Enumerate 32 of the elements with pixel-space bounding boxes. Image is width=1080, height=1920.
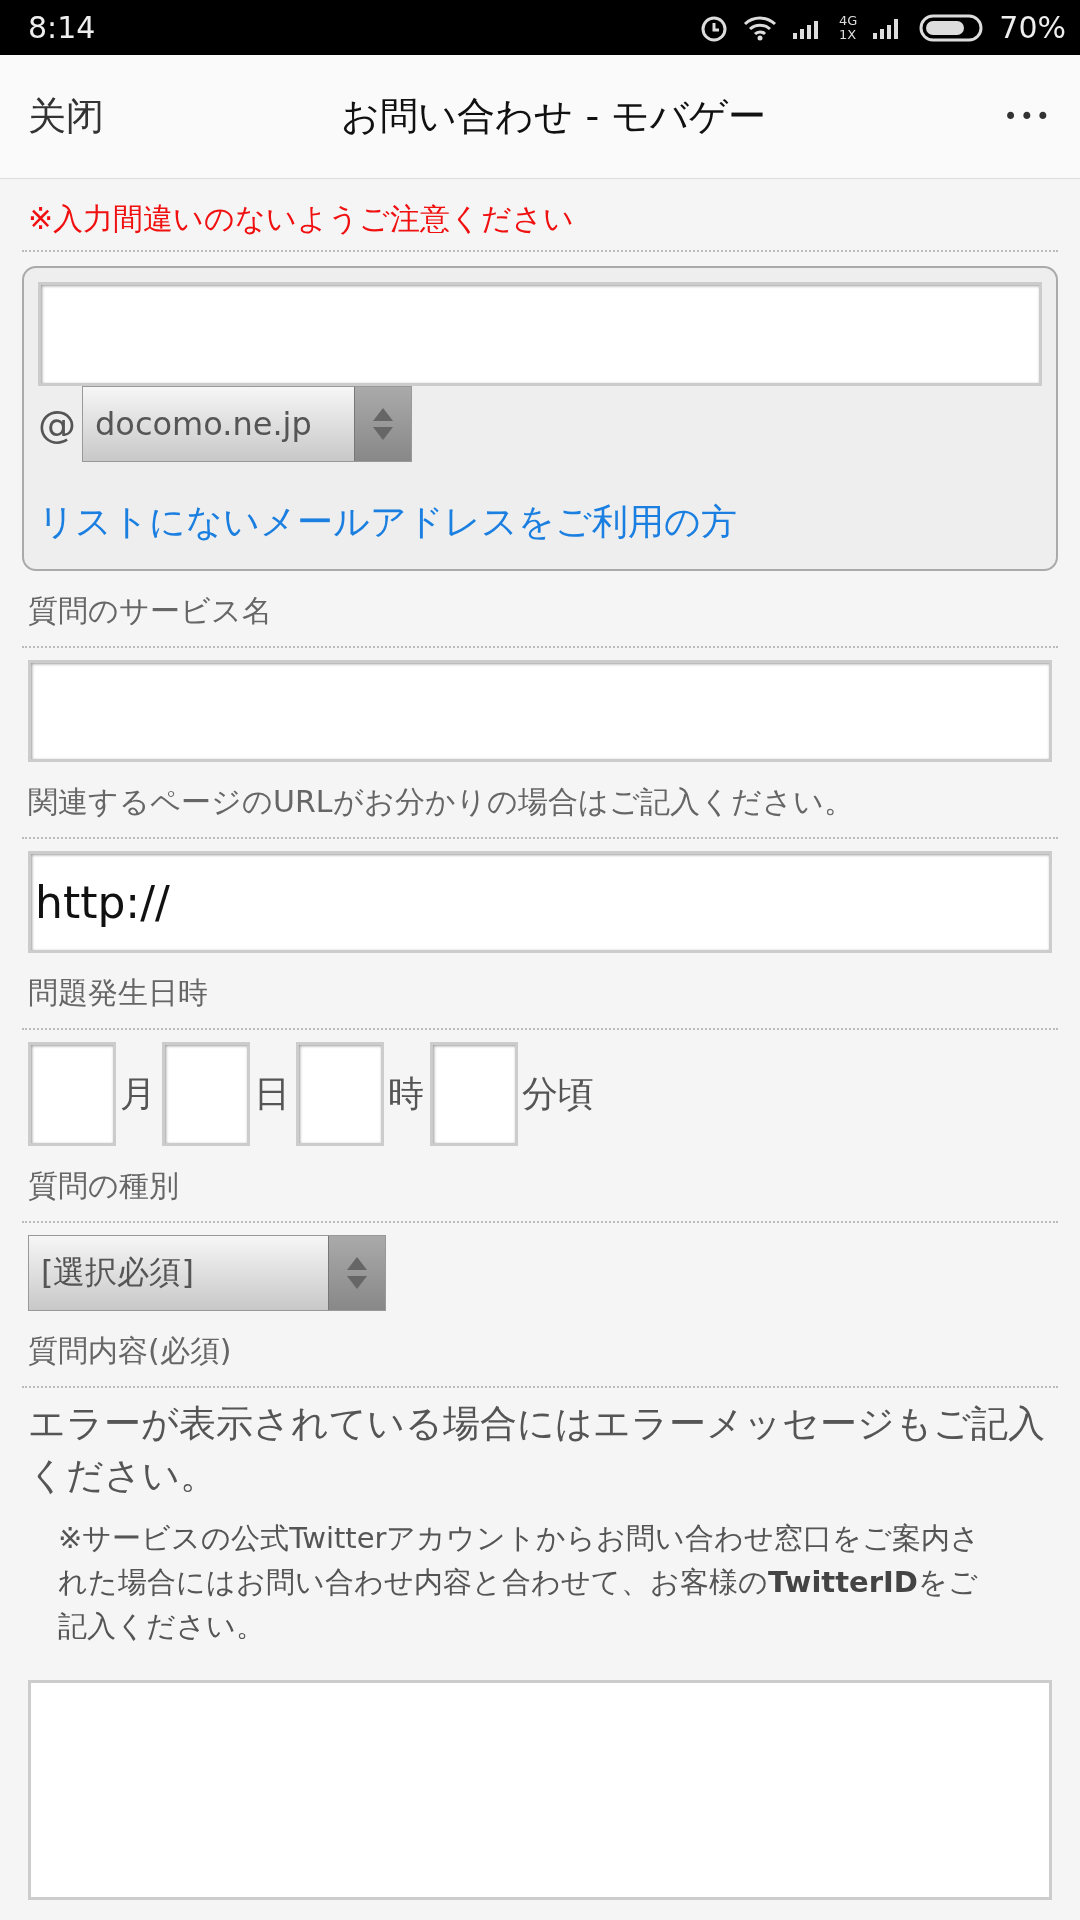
- url-input[interactable]: http://: [28, 851, 1052, 953]
- close-button[interactable]: 关闭: [28, 91, 104, 142]
- date-input[interactable]: [162, 1042, 250, 1146]
- field-label: 質問の種別: [27, 1167, 180, 1205]
- domain-select[interactable]: docomo.ne.jp: [82, 386, 412, 462]
- unit-label: 時: [388, 1071, 424, 1116]
- content-textarea[interactable]: [28, 1680, 1052, 1900]
- clock-time: 8:14: [28, 10, 96, 45]
- category-select[interactable]: [選択必須]: [28, 1235, 386, 1311]
- twitter-note: ※サービスの公式Twitterアカウントからお問い合わせ窓口をご案内された場合にはお問い合わせ内容と合わせて、お客様のTwitterIDをご記入ください。: [57, 1520, 982, 1645]
- unit-label: 月: [120, 1071, 156, 1116]
- instruction-text: エラーが表示されている場合にはエラーメッセージもご記入ください。: [27, 1401, 1046, 1499]
- unit-label: 分頃: [522, 1071, 594, 1116]
- field-label: 関連するページのURLがお分かりの場合はご記入ください。: [27, 783, 855, 821]
- menu-button[interactable]: •••: [1003, 102, 1052, 131]
- email-input[interactable]: [38, 282, 1042, 386]
- at-sign: @: [38, 402, 76, 446]
- page-title: お問い合わせ - モバゲー: [340, 93, 768, 140]
- field-label: 問題発生日時: [27, 974, 209, 1012]
- unit-label: 日: [254, 1071, 290, 1116]
- date-input[interactable]: [430, 1042, 518, 1146]
- date-input[interactable]: [296, 1042, 384, 1146]
- wifi-icon: [742, 14, 777, 41]
- service-input[interactable]: [28, 660, 1052, 762]
- warning-notice: ※入力間違いのないようご注意ください: [27, 200, 576, 238]
- network-type: 1X: [838, 27, 858, 42]
- network-type: 4G: [838, 13, 858, 28]
- battery-level: 70%: [999, 10, 1066, 45]
- field-label: 質問のサービス名: [27, 592, 273, 630]
- field-label: 質問内容(必須): [27, 1332, 233, 1370]
- other-address-link[interactable]: リストにないメールアドレスをご利用の方: [38, 498, 737, 547]
- date-input[interactable]: [28, 1042, 116, 1146]
